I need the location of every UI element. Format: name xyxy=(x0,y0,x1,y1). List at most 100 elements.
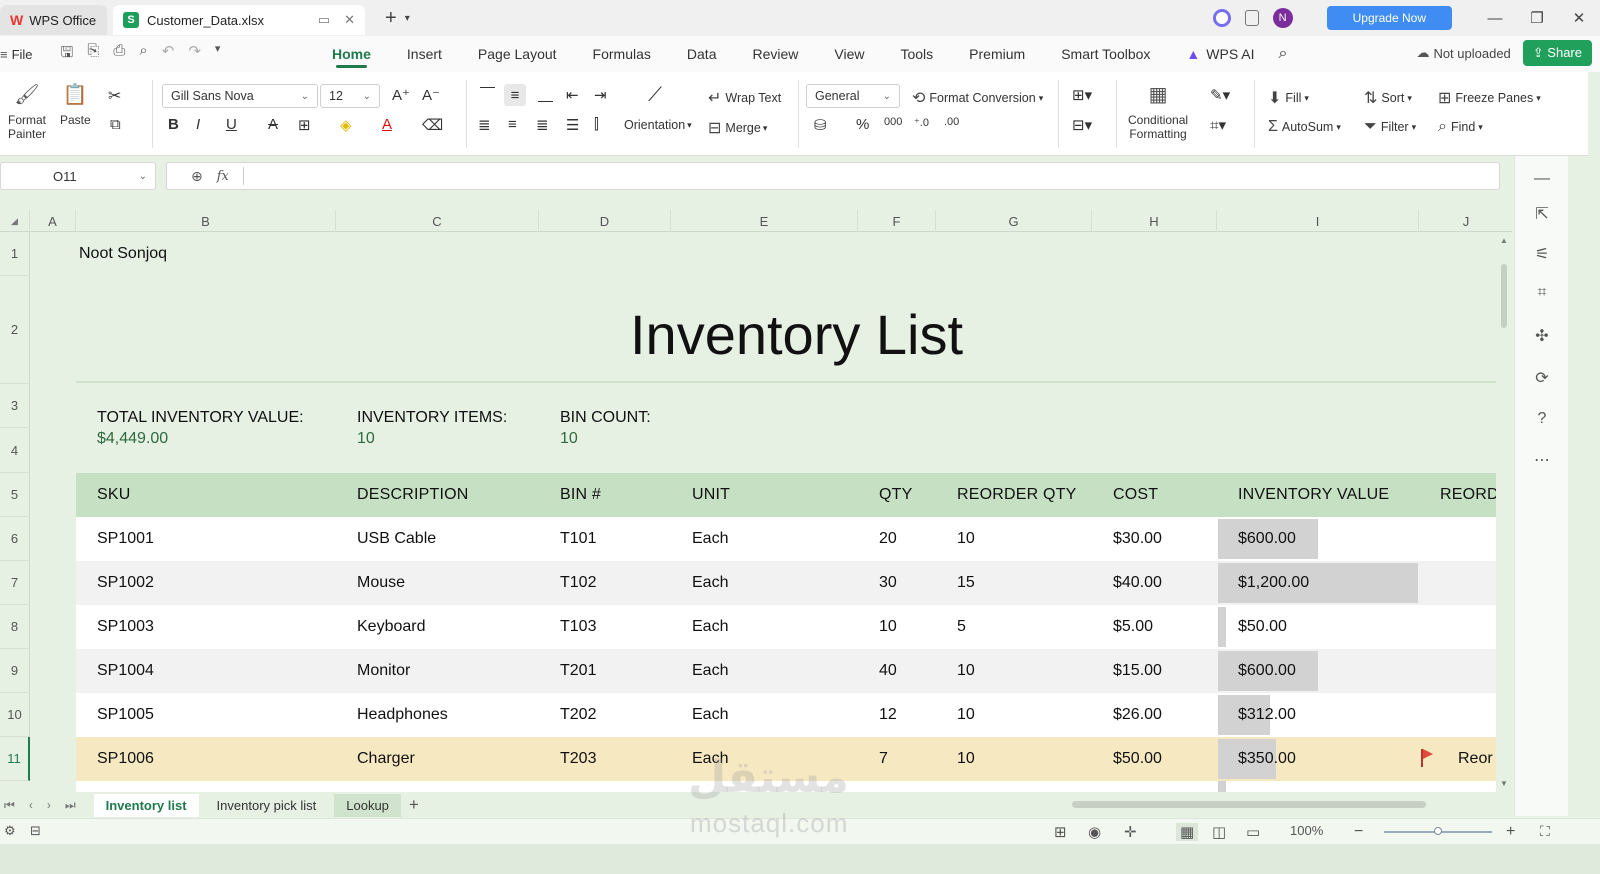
table-row[interactable]: SP1001 USB Cable T101 Each 20 10 $30.00 … xyxy=(76,517,1496,561)
vertical-scroll-thumb[interactable] xyxy=(1501,264,1507,328)
fill-button[interactable]: ⬇ Fill ▾ xyxy=(1268,88,1309,108)
font-size-select[interactable]: 12 ⌄ xyxy=(320,84,380,108)
name-box[interactable]: O11 ⌄ xyxy=(0,162,156,190)
row-header[interactable]: 2 xyxy=(0,276,30,384)
increase-font-icon[interactable]: A⁺ xyxy=(392,86,410,104)
decrease-decimal-icon[interactable]: .00 xyxy=(944,116,959,128)
distributed-icon[interactable]: ⫿ xyxy=(594,116,599,133)
zoom-formula-icon[interactable]: ⊕ xyxy=(191,168,203,185)
row-header[interactable]: 4 xyxy=(0,428,30,473)
find-button[interactable]: ⌕ Find ▾ xyxy=(1438,118,1483,136)
header-bin[interactable]: BIN # xyxy=(560,473,601,517)
justify-icon[interactable]: ☰ xyxy=(566,116,579,134)
not-uploaded-status[interactable]: Not uploaded xyxy=(1433,46,1510,61)
cell-qty[interactable]: 12 xyxy=(879,693,897,737)
cell-qty[interactable]: 10 xyxy=(879,605,897,649)
align-bottom-icon[interactable]: ⎽ xyxy=(538,86,553,103)
cell-inventory-value[interactable]: $350.00 xyxy=(1238,737,1296,781)
cell-unit[interactable]: Each xyxy=(692,517,728,561)
cell-cost[interactable]: $30.00 xyxy=(1113,517,1162,561)
align-right-icon[interactable]: ≣ xyxy=(536,116,549,134)
minimize-icon[interactable]: — xyxy=(1474,10,1516,27)
column-header[interactable]: D xyxy=(539,210,671,232)
bold-icon[interactable]: B xyxy=(168,116,179,133)
row-header[interactable]: 8 xyxy=(0,605,30,649)
cell-bin[interactable]: T102 xyxy=(560,561,596,605)
cell-description[interactable]: USB Cable xyxy=(357,517,436,561)
cell-reorder-qty[interactable]: 10 xyxy=(957,737,975,781)
tools-icon[interactable]: ✣ xyxy=(1532,326,1552,346)
next-sheet-icon[interactable]: › xyxy=(47,798,51,813)
number-format-select[interactable]: General ⌄ xyxy=(806,84,900,108)
align-middle-icon[interactable]: ≡ xyxy=(504,84,526,106)
cell-sku[interactable]: SP1002 xyxy=(97,561,154,605)
cell-description[interactable]: Headphones xyxy=(357,693,448,737)
avatar[interactable]: N xyxy=(1272,8,1293,28)
customize-chevron-icon[interactable]: ▾ xyxy=(215,42,221,67)
select-all-corner[interactable]: ◢ xyxy=(0,210,30,232)
select-cursor-icon[interactable]: ⇱ xyxy=(1532,204,1552,224)
cell-cost[interactable]: $50.00 xyxy=(1113,737,1162,781)
cell-inventory-value[interactable]: $600.00 xyxy=(1238,649,1296,693)
menu-review[interactable]: Review xyxy=(752,36,798,72)
align-center-icon[interactable]: ≡ xyxy=(508,116,517,133)
file-menu[interactable]: ≡ File xyxy=(0,47,33,62)
zoom-level[interactable]: 100% xyxy=(1290,823,1323,838)
cell-sku[interactable]: SP1001 xyxy=(97,517,154,561)
scroll-up-icon[interactable]: ▲ xyxy=(1500,236,1508,245)
strikethrough-icon[interactable]: A xyxy=(268,116,278,133)
macro-icon[interactable]: ⚙ xyxy=(4,823,16,839)
cell-cost[interactable]: $15.00 xyxy=(1113,649,1162,693)
row-header[interactable]: 3 xyxy=(0,384,30,428)
header-cost[interactable]: COST xyxy=(1113,473,1158,517)
conditional-formatting-button[interactable]: ▦ Conditional Formatting xyxy=(1128,82,1188,141)
header-reorder[interactable]: REORD xyxy=(1440,473,1496,517)
wps-office-tab[interactable]: W WPS Office xyxy=(0,5,107,35)
cell-inventory-value[interactable]: $50.00 xyxy=(1238,605,1287,649)
menu-view[interactable]: View xyxy=(834,36,864,72)
italic-icon[interactable]: I xyxy=(196,116,200,133)
row-header[interactable]: 1 xyxy=(0,232,30,276)
filter-button[interactable]: ⏷ Filter ▾ xyxy=(1364,118,1416,136)
table-row[interactable]: SP1003 Keyboard T103 Each 10 5 $5.00 $50… xyxy=(76,605,1496,649)
menu-tools[interactable]: Tools xyxy=(900,36,933,72)
clear-format-icon[interactable]: ⌫ xyxy=(422,116,443,134)
menu-data[interactable]: Data xyxy=(687,36,717,72)
cell-qty[interactable]: 40 xyxy=(879,649,897,693)
cell-reorder-status[interactable]: Reor xyxy=(1458,737,1493,781)
page-break-view-icon[interactable]: ◫ xyxy=(1212,823,1226,841)
table-style-icon[interactable]: ⊟▾ xyxy=(1072,116,1092,134)
borders-icon[interactable]: ⊞ xyxy=(298,116,311,134)
cell-sku[interactable]: SP1003 xyxy=(97,605,154,649)
add-sheet-icon[interactable]: + xyxy=(409,795,419,815)
sheet-tab-inventory-pick-list[interactable]: Inventory pick list xyxy=(205,794,329,817)
save-icon[interactable]: 🖫 xyxy=(61,42,74,67)
cell-qty[interactable]: 7 xyxy=(879,737,888,781)
last-sheet-icon[interactable]: ⏭ xyxy=(65,798,76,813)
table-row[interactable]: SP1004 Monitor T201 Each 40 10 $15.00 $6… xyxy=(76,649,1496,693)
cell-sku[interactable]: SP1005 xyxy=(97,693,154,737)
bin-count-label[interactable]: BIN COUNT: xyxy=(560,409,651,427)
cell-inventory-value[interactable]: $600.00 xyxy=(1238,517,1296,561)
column-header[interactable]: I xyxy=(1217,210,1419,232)
cut-icon[interactable]: ✂ xyxy=(108,86,121,106)
close-tab-icon[interactable]: ✕ xyxy=(344,12,355,28)
zoom-slider-knob[interactable] xyxy=(1434,827,1442,835)
scroll-down-icon[interactable]: ▼ xyxy=(1500,779,1508,788)
percent-icon[interactable]: % xyxy=(856,116,869,133)
cloud-upload-icon[interactable]: ☁ xyxy=(1416,45,1429,61)
cell-reorder-qty[interactable]: 15 xyxy=(957,561,975,605)
menu-home[interactable]: Home xyxy=(332,36,371,72)
cell-unit[interactable]: Each xyxy=(692,693,728,737)
cell-qty[interactable]: 20 xyxy=(879,517,897,561)
cell-sku[interactable]: SP1004 xyxy=(97,649,154,693)
header-qty[interactable]: QTY xyxy=(879,473,913,517)
cell-description[interactable]: Charger xyxy=(357,737,415,781)
align-left-icon[interactable]: ≣ xyxy=(478,116,491,134)
bin-count-value[interactable]: 10 xyxy=(560,430,578,448)
search-icon[interactable]: ⌕ xyxy=(1279,36,1288,72)
cell-reorder-qty[interactable]: 10 xyxy=(957,649,975,693)
paste-button[interactable]: 📋 Paste xyxy=(60,82,91,127)
normal-view-icon[interactable]: ▦ xyxy=(1176,823,1199,841)
header-reorder-qty[interactable]: REORDER QTY xyxy=(957,473,1077,517)
